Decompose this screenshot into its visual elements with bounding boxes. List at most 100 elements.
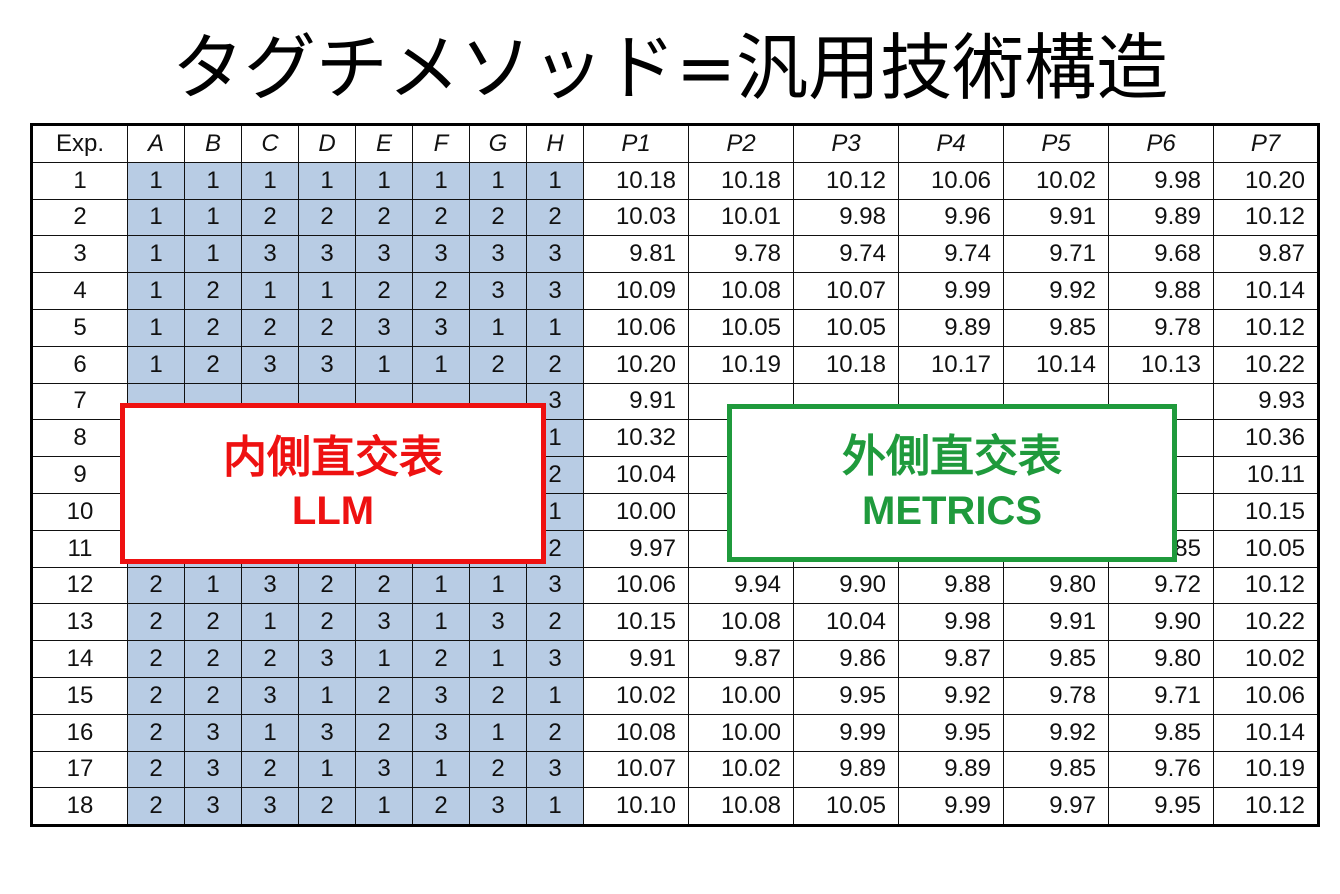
factor-level-cell: 1 xyxy=(526,308,584,347)
factor-level-cell: 2 xyxy=(184,272,242,310)
measurement-cell: 10.03 xyxy=(583,198,689,237)
factor-level-cell: 3 xyxy=(412,308,470,347)
measurement-cell: 10.18 xyxy=(793,345,899,384)
measurement-cell: 9.80 xyxy=(1003,566,1109,605)
measurement-cell: 9.87 xyxy=(898,640,1004,678)
factor-level-cell: 1 xyxy=(184,235,242,274)
measurement-cell: 10.06 xyxy=(583,308,689,347)
measurement-cell: 10.14 xyxy=(1213,272,1319,310)
column-header: P4 xyxy=(898,124,1004,163)
measurement-cell: 10.00 xyxy=(688,676,794,715)
inner-array-title: 内側直交表 xyxy=(223,431,443,483)
column-header: H xyxy=(526,124,584,163)
factor-level-cell: 2 xyxy=(469,198,527,237)
measurement-cell: 10.06 xyxy=(1213,676,1319,715)
column-header: P2 xyxy=(688,124,794,163)
inner-array-label-box: 内側直交表 LLM xyxy=(120,403,546,564)
factor-level-cell: 1 xyxy=(469,713,527,752)
experiment-number-cell: 8 xyxy=(31,419,128,458)
measurement-cell: 10.08 xyxy=(688,603,794,642)
factor-level-cell: 1 xyxy=(241,272,299,310)
factor-level-cell: 1 xyxy=(469,308,527,347)
measurement-cell: 9.92 xyxy=(1003,272,1109,310)
factor-level-cell: 1 xyxy=(469,640,527,678)
factor-level-cell: 1 xyxy=(298,272,356,310)
factor-level-cell: 2 xyxy=(298,787,356,827)
measurement-cell: 10.22 xyxy=(1213,345,1319,384)
factor-level-cell: 2 xyxy=(241,308,299,347)
factor-level-cell: 2 xyxy=(127,787,185,827)
experiment-number-cell: 7 xyxy=(31,382,128,421)
column-header: P7 xyxy=(1213,124,1319,163)
factor-level-cell: 3 xyxy=(184,713,242,752)
measurement-cell: 10.08 xyxy=(688,787,794,827)
factor-level-cell: 2 xyxy=(184,676,242,715)
measurement-cell: 10.20 xyxy=(583,345,689,384)
factor-level-cell: 1 xyxy=(184,161,242,200)
measurement-cell: 10.01 xyxy=(688,198,794,237)
factor-level-cell: 2 xyxy=(469,750,527,789)
measurement-cell: 10.10 xyxy=(583,787,689,827)
measurement-cell: 9.93 xyxy=(1213,382,1319,421)
factor-level-cell: 1 xyxy=(412,345,470,384)
column-header: P6 xyxy=(1108,124,1214,163)
measurement-cell: 10.04 xyxy=(793,603,899,642)
measurement-cell: 9.85 xyxy=(1108,713,1214,752)
factor-level-cell: 2 xyxy=(184,345,242,384)
table-header-row: Exp. A B C D E F G H P1 P2 P3 P4 P5 P6 P7 xyxy=(31,124,1319,163)
column-header: P3 xyxy=(793,124,899,163)
factor-level-cell: 2 xyxy=(469,345,527,384)
measurement-cell: 9.91 xyxy=(583,640,689,678)
factor-level-cell: 2 xyxy=(298,308,356,347)
factor-level-cell: 3 xyxy=(241,787,299,827)
factor-level-cell: 3 xyxy=(298,640,356,678)
measurement-cell: 10.17 xyxy=(898,345,1004,384)
page-title: タグチメソッド=汎用技術構造 xyxy=(171,26,1169,110)
measurement-cell: 10.02 xyxy=(688,750,794,789)
measurement-cell: 9.99 xyxy=(898,787,1004,827)
measurement-cell: 9.68 xyxy=(1108,235,1214,274)
measurement-cell: 10.02 xyxy=(1213,640,1319,678)
table-row: 17 2 3 2 1 3 1 2 3 10.07 10.02 9.89 9.89 9.85 9.76 10.1… xyxy=(31,750,1319,789)
experiment-number-cell: 2 xyxy=(31,198,128,237)
factor-level-cell: 3 xyxy=(355,235,413,274)
measurement-cell: 10.00 xyxy=(688,713,794,752)
factor-level-cell: 1 xyxy=(355,787,413,827)
experiment-number-cell: 10 xyxy=(31,492,128,531)
measurement-cell: 9.89 xyxy=(898,308,1004,347)
measurement-cell: 9.91 xyxy=(583,382,689,421)
measurement-cell: 9.92 xyxy=(898,676,1004,715)
factor-level-cell: 3 xyxy=(298,713,356,752)
factor-level-cell: 1 xyxy=(127,235,185,274)
measurement-cell: 9.99 xyxy=(898,272,1004,310)
measurement-cell: 10.05 xyxy=(1213,529,1319,568)
column-header: C xyxy=(241,124,299,163)
measurement-cell: 9.72 xyxy=(1108,566,1214,605)
measurement-cell: 9.85 xyxy=(1003,308,1109,347)
factor-level-cell: 3 xyxy=(241,345,299,384)
measurement-cell: 10.06 xyxy=(583,566,689,605)
factor-level-cell: 1 xyxy=(412,161,470,200)
factor-level-cell: 2 xyxy=(526,345,584,384)
experiment-number-cell: 13 xyxy=(31,603,128,642)
factor-level-cell: 3 xyxy=(355,750,413,789)
factor-level-cell: 1 xyxy=(127,198,185,237)
factor-level-cell: 3 xyxy=(298,345,356,384)
factor-level-cell: 2 xyxy=(184,308,242,347)
factor-level-cell: 3 xyxy=(241,235,299,274)
factor-level-cell: 2 xyxy=(127,566,185,605)
table-row: 18 2 3 3 2 1 2 3 1 10.10 10.08 10.05 9.99 9.97 9.95 10.… xyxy=(31,787,1319,827)
measurement-cell: 9.96 xyxy=(898,198,1004,237)
measurement-cell: 10.32 xyxy=(583,419,689,458)
table-row: 4 1 2 1 1 2 2 3 3 10.09 10.08 10.07 9.99 9.92 9.88 10.1… xyxy=(31,272,1319,310)
factor-level-cell: 2 xyxy=(127,603,185,642)
factor-level-cell: 2 xyxy=(241,198,299,237)
factor-level-cell: 3 xyxy=(241,566,299,605)
factor-level-cell: 3 xyxy=(469,603,527,642)
factor-level-cell: 3 xyxy=(526,750,584,789)
factor-level-cell: 1 xyxy=(412,750,470,789)
factor-level-cell: 2 xyxy=(298,198,356,237)
measurement-cell: 10.00 xyxy=(583,492,689,531)
factor-level-cell: 3 xyxy=(355,308,413,347)
experiment-number-cell: 17 xyxy=(31,750,128,789)
